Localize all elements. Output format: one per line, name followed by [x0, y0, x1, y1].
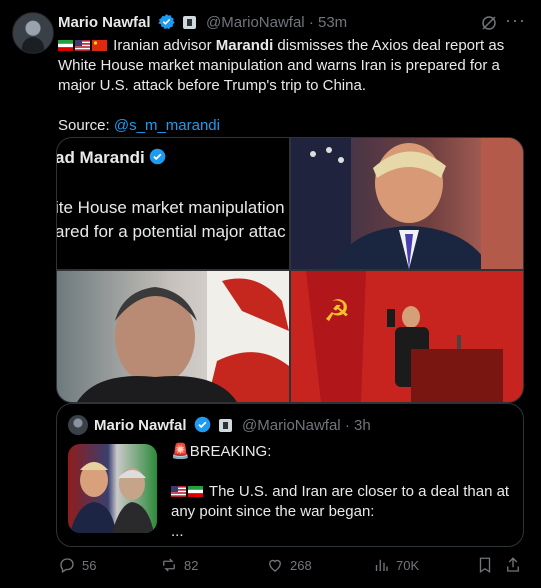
- author-name[interactable]: Mario Nawfal: [58, 14, 151, 31]
- views-chart-icon: [375, 559, 388, 571]
- share-icon: [507, 557, 519, 572]
- share-button[interactable]: [504, 556, 522, 574]
- iran-flag-icon: [58, 40, 73, 51]
- reply-count: 56: [82, 557, 97, 573]
- repost-count: 82: [184, 557, 199, 573]
- quote-author-name: Mario Nawfal: [94, 417, 187, 434]
- quote-text: 🚨BREAKING: The U.S. and Iran are closer …: [171, 442, 516, 542]
- quote-thumbnail: [68, 444, 157, 533]
- source-link[interactable]: @s_m_marandi: [114, 117, 220, 134]
- repost-icon: [163, 558, 175, 572]
- iran-flag-icon: [188, 486, 203, 497]
- post-time[interactable]: 53m: [318, 14, 347, 31]
- action-bar: 56 82 268 70K: [56, 556, 526, 576]
- quote-author-avatar: [68, 415, 88, 435]
- more-options-icon[interactable]: ···: [505, 10, 526, 31]
- media-image-trump[interactable]: [291, 138, 523, 269]
- post-article[interactable]: Mario Nawfal @MarioNawfal · 53m ··· Iran…: [0, 0, 541, 588]
- separator-dot: ·: [308, 14, 314, 31]
- screenshot-name: ad Marandi: [57, 148, 166, 168]
- china-flag-icon: [92, 40, 107, 51]
- verified-badge-icon: [150, 148, 166, 165]
- bookmark-icon: [479, 557, 491, 574]
- trump-portrait-illustration: [291, 138, 523, 269]
- heart-icon: [269, 559, 281, 572]
- quote-time: 3h: [353, 417, 371, 434]
- separator-dot: ·: [344, 417, 350, 434]
- author-handle[interactable]: @MarioNawfal: [206, 14, 305, 31]
- screenshot-line-2: ared for a potential major attac: [57, 222, 286, 241]
- quote-line-3: ...: [171, 523, 184, 540]
- post-text-pre: Iranian advisor: [113, 37, 216, 54]
- affiliate-badge-icon: [182, 16, 196, 29]
- verified-badge-icon: [157, 14, 175, 30]
- quote-header: Mario Nawfal @MarioNawfal · 3h: [94, 416, 371, 436]
- source-label: Source:: [58, 117, 114, 134]
- affiliate-badge-icon: [218, 419, 232, 432]
- post-text-bold: Marandi: [215, 37, 274, 54]
- svg-text:☭: ☭: [324, 294, 351, 329]
- verified-badge-icon: [194, 416, 210, 433]
- us-flag-icon: [75, 40, 90, 51]
- media-grid[interactable]: ad Marandi ite House market manipulation…: [56, 137, 524, 403]
- like-button[interactable]: 268: [266, 556, 312, 574]
- quoted-post[interactable]: Mario Nawfal @MarioNawfal · 3h 🚨BREAKING…: [56, 403, 524, 547]
- media-image-screenshot[interactable]: ad Marandi ite House market manipulation…: [57, 138, 289, 269]
- quote-line-2: The U.S. and Iran are closer to a deal t…: [171, 483, 510, 520]
- repost-button[interactable]: 82: [160, 556, 198, 574]
- reply-button[interactable]: 56: [58, 556, 96, 574]
- like-count: 268: [290, 557, 312, 573]
- views-count: 70K: [396, 557, 420, 573]
- screenshot-line-1: ite House market manipulation: [57, 198, 285, 217]
- quote-thumbnail-illustration: [70, 462, 154, 533]
- author-avatar[interactable]: [12, 12, 54, 54]
- post-header: Mario Nawfal @MarioNawfal · 53m: [58, 13, 347, 33]
- araghchi-portrait-illustration: [77, 271, 289, 402]
- quote-author-handle: @MarioNawfal: [242, 417, 341, 434]
- bookmark-button[interactable]: [476, 556, 494, 574]
- media-image-araghchi[interactable]: [57, 271, 289, 402]
- views-button[interactable]: 70K: [372, 556, 419, 574]
- post-text: Iranian advisor Marandi dismisses the Ax…: [58, 36, 518, 136]
- siren-icon: 🚨: [171, 443, 190, 460]
- xi-podium-illustration: ☭: [306, 271, 503, 402]
- media-image-xi[interactable]: ☭: [291, 271, 523, 402]
- reply-icon: [60, 558, 74, 573]
- quote-line-1: BREAKING:: [189, 443, 272, 460]
- us-flag-icon: [171, 486, 186, 497]
- grok-icon[interactable]: [480, 14, 498, 32]
